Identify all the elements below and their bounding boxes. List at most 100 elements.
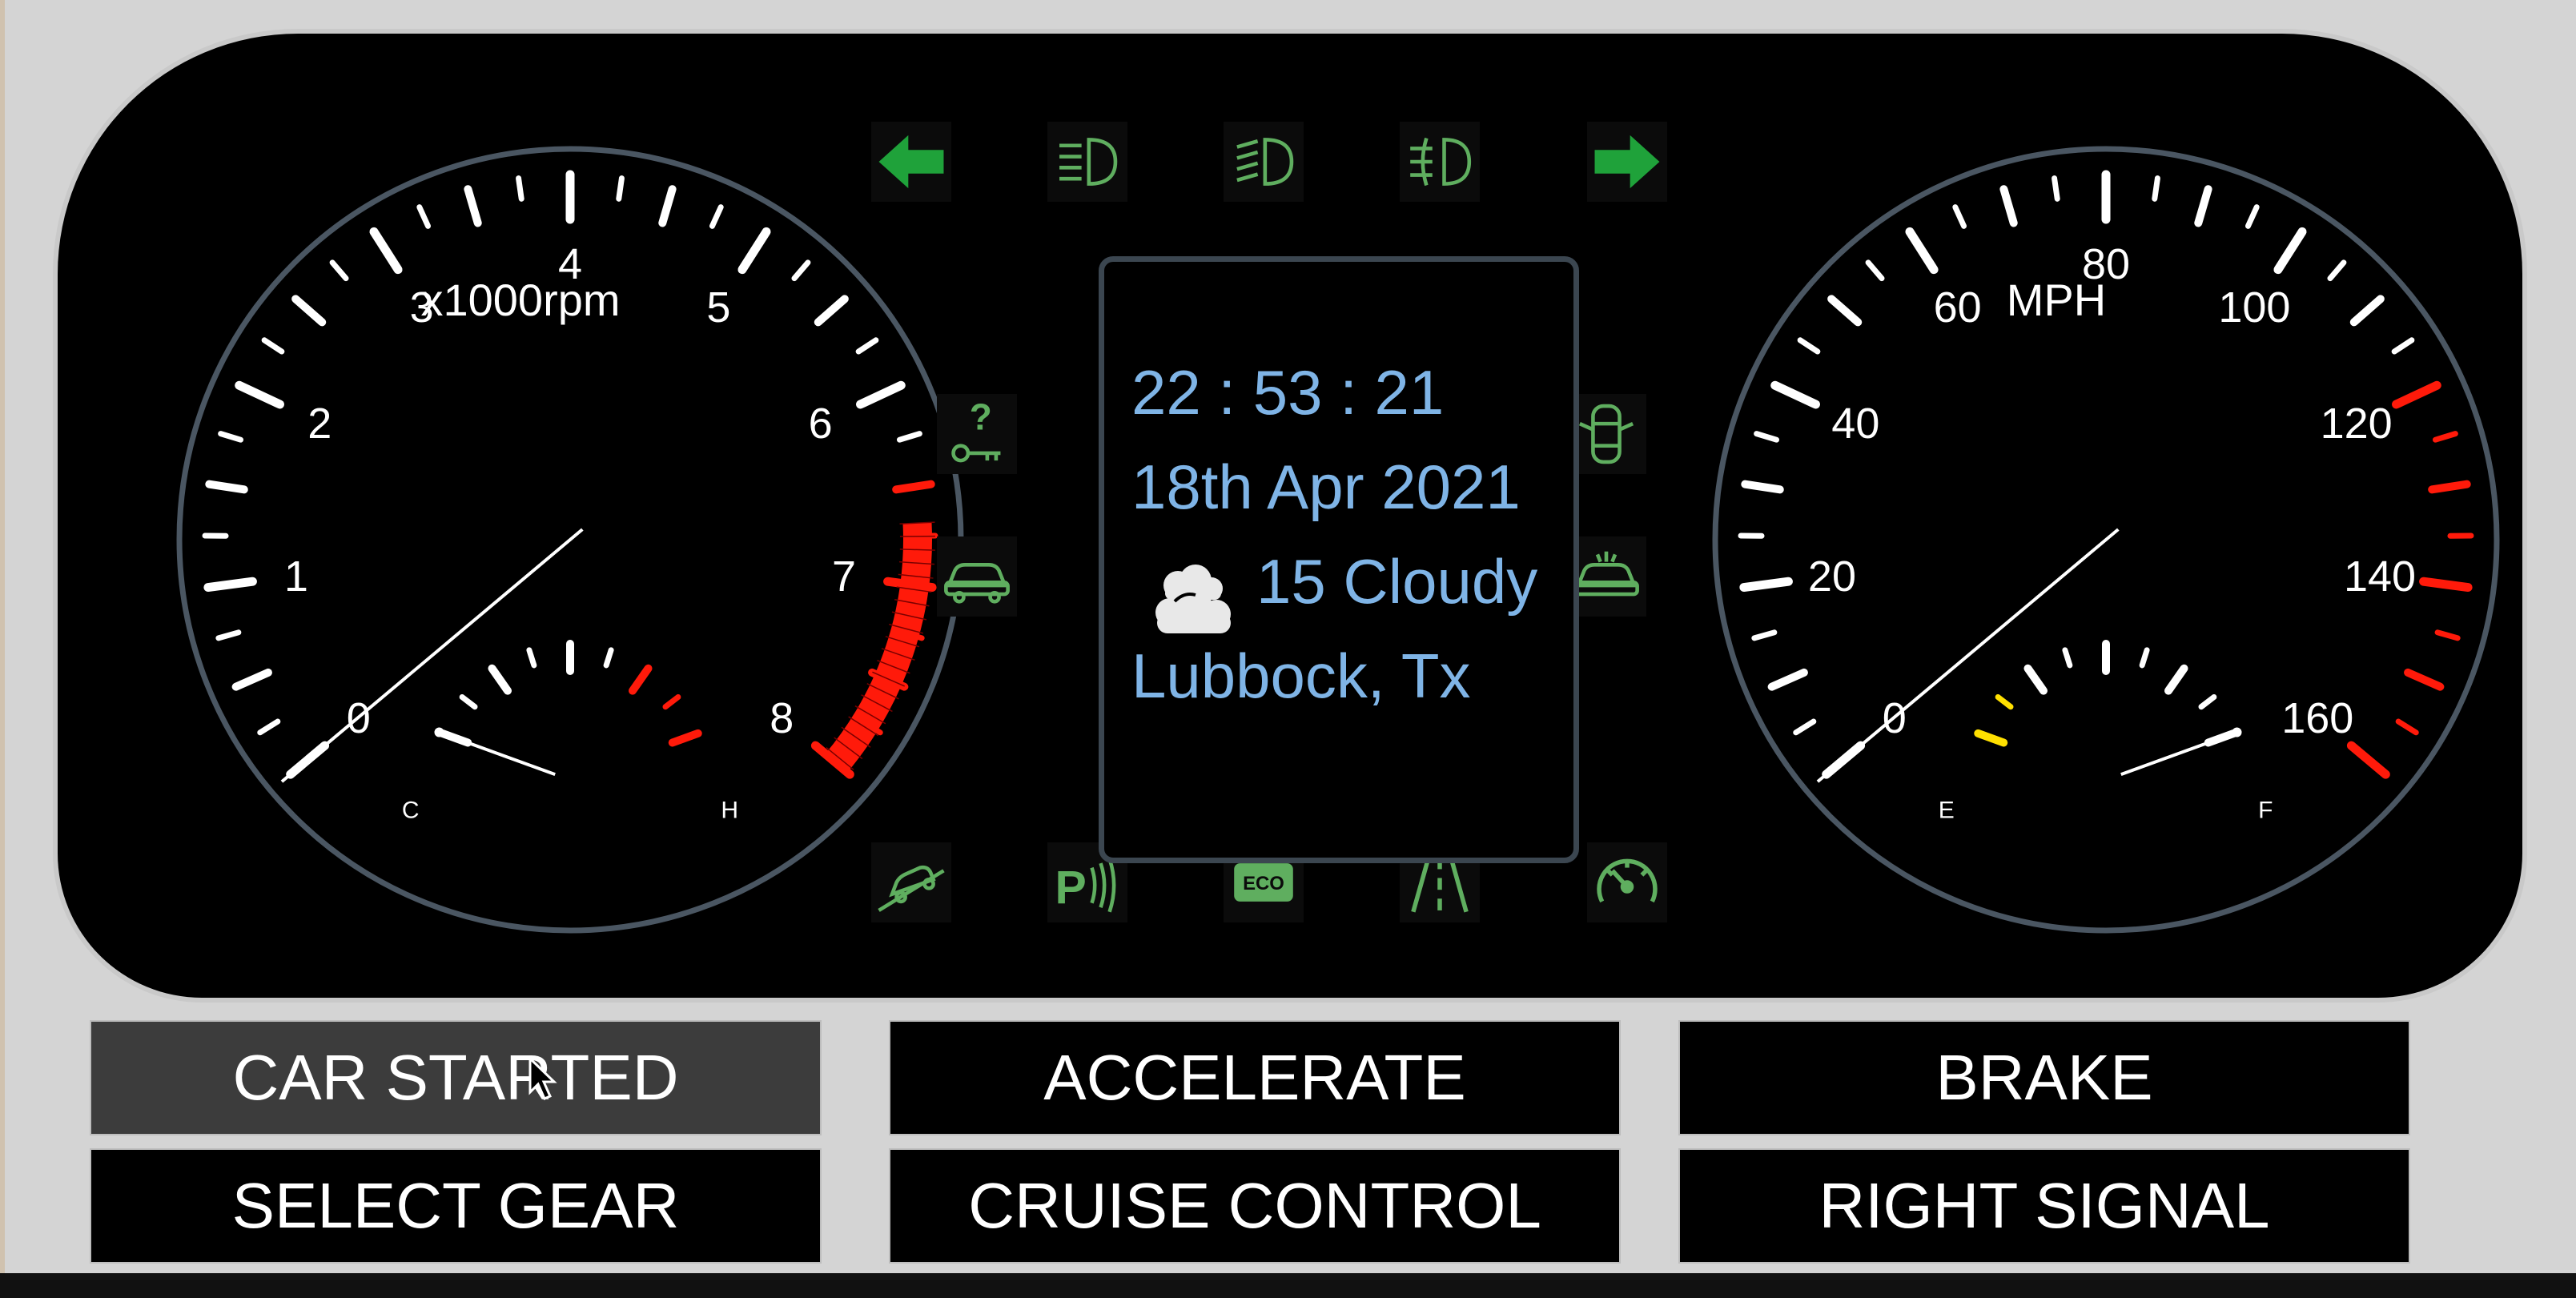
temperature-low-label: C [402, 797, 420, 823]
gauge-tick [205, 480, 248, 494]
gauge-tick-label: 120 [2321, 400, 2393, 448]
fuel-full-label: F [2258, 797, 2273, 823]
instrument-cluster: 012345678CH x1000rpm 0204060801001201401… [58, 34, 2522, 998]
gauge-tick [2194, 185, 2212, 227]
gauge-tick [2273, 227, 2307, 275]
gauge-tick [369, 227, 403, 275]
gauge-tick [856, 380, 906, 409]
gauge-tick [2395, 718, 2419, 736]
gauge-tick [616, 175, 625, 202]
sub-gauge-needle-tip [434, 727, 444, 737]
clock-time: 22 : 53 : 21 [1131, 357, 1445, 428]
gauge-tick [2391, 337, 2415, 355]
sub-gauge-needle [438, 730, 556, 777]
sub-gauge-tick [1995, 694, 2014, 710]
cruise-speed-icon [1587, 842, 1667, 922]
sub-gauge-tick [668, 729, 702, 747]
gauge-tick-label: 140 [2344, 553, 2416, 601]
gauge-tick [257, 718, 281, 736]
gauge-tick [2392, 380, 2441, 409]
gauge-tick [2428, 480, 2471, 494]
temperature-high-label: H [721, 797, 738, 823]
gauge-tick [235, 380, 284, 409]
sub-gauge-tick [1974, 729, 2008, 747]
gauge-tick [737, 227, 771, 275]
gauge-tick [1865, 259, 1885, 282]
gauge-needle [1816, 528, 2120, 783]
gauge-tick [416, 204, 432, 229]
sub-gauge-tick [2062, 647, 2073, 669]
right-arrow-icon [1587, 122, 1667, 202]
gauge-tick-label: 20 [1808, 553, 1856, 601]
gauge-tick-label: 1 [284, 553, 308, 601]
right-signal-button[interactable]: RIGHT SIGNAL [1678, 1148, 2410, 1264]
gauge-tick [2346, 741, 2390, 779]
gauge-tick [203, 577, 257, 593]
gauge-tick [1905, 227, 1939, 275]
gauge-tick [1767, 668, 1808, 691]
gauge-tick [2434, 629, 2461, 641]
svg-text:P: P [1055, 862, 1087, 914]
gauge-tick-label: 60 [1934, 283, 1982, 332]
svg-text:ECO: ECO [1243, 873, 1284, 894]
sub-gauge-tick [2023, 664, 2048, 695]
sub-gauge-needle-tip [2232, 727, 2242, 737]
gauge-tick-label: 100 [2218, 283, 2290, 332]
gauge-tick [892, 480, 935, 494]
gauge-tick [896, 431, 922, 443]
gauge-tick [329, 259, 349, 282]
gauge-tick [2052, 175, 2060, 202]
sub-gauge-tick [459, 694, 478, 710]
gauge-tick [2244, 204, 2260, 229]
gauge-tick [218, 431, 244, 443]
fog-light-icon [1400, 122, 1480, 202]
cloud-icon [1146, 563, 1242, 637]
cruise-control-button[interactable]: CRUISE CONTROL [889, 1148, 1621, 1264]
gauge-needle [280, 528, 584, 783]
select-gear-button[interactable]: SELECT GEAR [90, 1148, 822, 1264]
gauge-tick-label: 40 [1831, 400, 1879, 448]
hill-descent-icon [871, 842, 951, 922]
gauge-tick-label: 8 [770, 694, 794, 742]
gauge-tick-label: 6 [809, 400, 833, 448]
gauge-tick [261, 337, 285, 355]
sub-gauge-tick [526, 647, 537, 669]
gauge-tick [1741, 480, 1784, 494]
gauge-tick [1999, 185, 2018, 227]
gauge-tick-label: 2 [307, 400, 332, 448]
speedometer-unit-label: MPH [2006, 275, 2107, 325]
high-beam-icon [1224, 122, 1304, 202]
gauge-tick-label: 7 [832, 553, 856, 601]
sub-gauge-tick [488, 664, 512, 695]
gauge-tick [215, 629, 242, 641]
tachometer-unit-label: x1000rpm [420, 275, 621, 325]
sub-gauge-tick [603, 647, 614, 669]
sub-gauge-tick [2139, 647, 2150, 669]
gauge-tick [2349, 295, 2385, 327]
brake-button[interactable]: BRAKE [1678, 1020, 2410, 1135]
fuel-empty-label: E [1939, 797, 1955, 823]
tachometer: 012345678CH [176, 146, 964, 934]
gauge-tick [1751, 629, 1778, 641]
gauge-tick [1827, 295, 1863, 327]
gauge-tick [814, 295, 849, 327]
gauge-tick [2152, 175, 2160, 202]
gauge-tick-label: 160 [2281, 694, 2353, 742]
sub-gauge-tick [2164, 664, 2188, 695]
gauge-tick [2419, 577, 2473, 593]
low-beam-icon [1047, 122, 1127, 202]
gauge-tick [1793, 718, 1817, 736]
car-icon [937, 536, 1017, 617]
gauge-tick [2404, 668, 2445, 691]
accelerate-button[interactable]: ACCELERATE [889, 1020, 1621, 1135]
taskbar-strip [0, 1273, 2576, 1298]
info-display: 22 : 53 : 21 18th Apr 2021 15 Cloudy Lub… [1099, 256, 1579, 863]
gauge-tick [791, 259, 811, 282]
mouse-cursor-icon [528, 1057, 557, 1100]
left-arrow-icon [871, 122, 951, 202]
car-started-button[interactable]: CAR STARTED [90, 1020, 822, 1135]
gauge-tick [1739, 577, 1793, 593]
sub-gauge-tick [629, 664, 653, 695]
gauge-tick [1754, 431, 1780, 443]
current-date: 18th Apr 2021 [1131, 452, 1521, 522]
